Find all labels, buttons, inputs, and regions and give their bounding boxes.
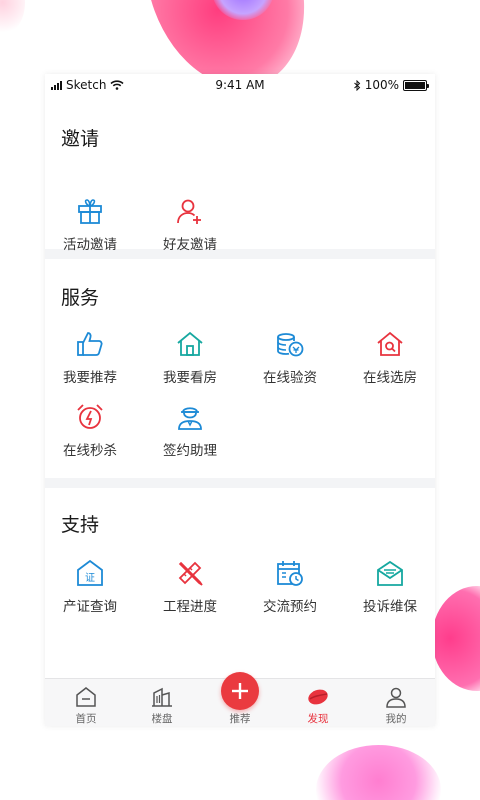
item-label: 在线选房	[363, 370, 417, 386]
activity-invite-item[interactable]: 活动邀请	[45, 196, 135, 253]
tab-label: 我的	[385, 713, 407, 725]
decor-blob	[316, 745, 441, 800]
choose-house-item[interactable]: 在线选房	[345, 329, 435, 386]
support-section: 支持 证 产证查询 工程进度 交流预约 投诉维保	[45, 488, 435, 678]
battery-icon	[403, 79, 429, 91]
item-label: 我要看房	[163, 370, 217, 386]
item-label: 活动邀请	[63, 237, 117, 253]
coins-icon	[277, 333, 304, 357]
invite-section: 邀请 活动邀请 好友邀请	[45, 96, 435, 253]
item-label: 签约助理	[163, 443, 217, 459]
item-label: 在线秒杀	[63, 443, 117, 459]
item-label: 产证查询	[63, 599, 117, 615]
status-bar: Sketch 9:41 AM 100%	[45, 74, 435, 96]
screen: Sketch 9:41 AM 100% 邀请 活动邀请 好友邀请 服务 我要推荐…	[0, 0, 480, 800]
decor-blob	[432, 586, 480, 691]
service-section: 服务 我要推荐 我要看房 在线验资 在线选房 在线秒杀 签约助理	[45, 259, 435, 478]
home-icon	[76, 687, 96, 707]
flash-sale-item[interactable]: 在线秒杀	[45, 402, 135, 459]
tab-label: 发现	[307, 713, 329, 725]
item-label: 投诉维保	[363, 599, 417, 615]
certificate-icon: 证	[77, 559, 103, 586]
recommend-item[interactable]: 我要推荐	[45, 329, 135, 386]
tab-properties[interactable]: 楼盘	[123, 679, 201, 726]
tab-label: 推荐	[229, 713, 251, 725]
mail-icon	[377, 560, 403, 586]
complaint-maintenance-item[interactable]: 投诉维保	[345, 558, 435, 615]
assistant-icon	[178, 407, 202, 430]
plus-icon	[232, 683, 248, 699]
tab-mine[interactable]: 我的	[357, 679, 435, 726]
tab-label: 首页	[75, 713, 97, 725]
item-label: 我要推荐	[63, 370, 117, 386]
project-progress-item[interactable]: 工程进度	[145, 558, 235, 615]
thumbs-up-icon	[77, 332, 103, 356]
section-title: 服务	[61, 287, 100, 309]
calendar-clock-icon	[277, 561, 303, 586]
svg-text:证: 证	[85, 572, 95, 584]
item-label: 工程进度	[163, 599, 217, 615]
phone-screen: Sketch 9:41 AM 100% 邀请 活动邀请 好友邀请 服务 我要推荐…	[45, 74, 435, 726]
bluetooth-icon	[353, 79, 360, 91]
discover-icon	[308, 689, 328, 705]
pencil-ruler-icon	[178, 561, 203, 586]
certificate-query-item[interactable]: 证 产证查询	[45, 558, 135, 615]
house-search-icon	[377, 331, 403, 356]
item-label: 好友邀请	[163, 237, 217, 253]
battery-level	[405, 81, 425, 89]
item-label: 交流预约	[263, 599, 317, 615]
add-friend-icon	[177, 199, 201, 224]
item-label: 在线验资	[263, 370, 317, 386]
alarm-clock-icon	[77, 404, 103, 429]
view-house-item[interactable]: 我要看房	[145, 329, 235, 386]
signing-assistant-item[interactable]: 签约助理	[145, 402, 235, 459]
section-title: 支持	[61, 514, 100, 536]
recommend-fab-button[interactable]	[221, 672, 259, 710]
tab-home[interactable]: 首页	[47, 679, 125, 726]
house-icon	[177, 331, 203, 356]
decor-blob	[0, 0, 25, 35]
tab-label: 楼盘	[151, 713, 173, 725]
user-icon	[386, 687, 406, 708]
section-title: 邀请	[61, 128, 100, 150]
appointment-item[interactable]: 交流预约	[245, 558, 335, 615]
battery-percent: 100%	[364, 78, 399, 92]
friend-invite-item[interactable]: 好友邀请	[145, 196, 235, 253]
gift-icon	[78, 199, 102, 224]
tab-discover[interactable]: 发现	[279, 679, 357, 726]
buildings-icon	[152, 687, 172, 707]
capital-check-item[interactable]: 在线验资	[245, 329, 335, 386]
